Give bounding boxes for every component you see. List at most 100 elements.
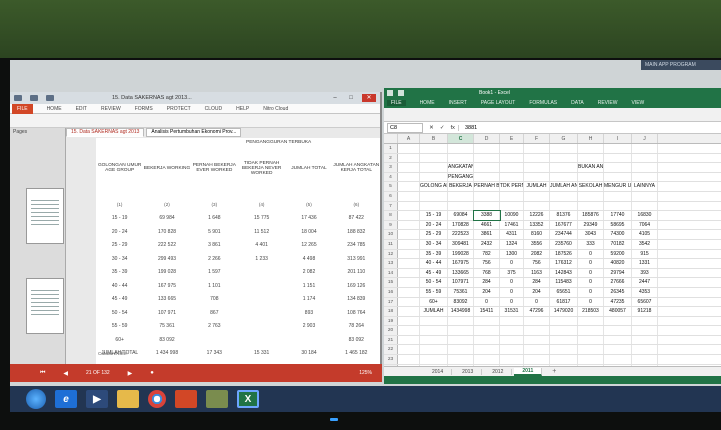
excel-tab-data[interactable]: DATA: [571, 100, 584, 106]
column-header[interactable]: H: [578, 134, 604, 143]
cell[interactable]: [448, 345, 474, 355]
cell[interactable]: 25 - 29: [420, 230, 448, 239]
cell[interactable]: [398, 220, 420, 230]
row-number[interactable]: 1: [384, 144, 398, 153]
cell[interactable]: [420, 326, 448, 335]
cell[interactable]: [398, 345, 420, 355]
cell[interactable]: 218503: [578, 307, 604, 316]
cell[interactable]: [500, 144, 524, 153]
cell[interactable]: 65651: [550, 287, 578, 297]
cell[interactable]: 234744: [550, 230, 578, 239]
cell[interactable]: 185876: [578, 211, 604, 220]
cell[interactable]: 0: [578, 259, 604, 268]
cell[interactable]: [632, 163, 658, 172]
cell[interactable]: [632, 326, 658, 335]
undo-icon[interactable]: [46, 95, 54, 101]
cell[interactable]: [398, 297, 420, 307]
cell[interactable]: 480057: [604, 307, 632, 316]
cell[interactable]: [524, 191, 550, 201]
cell[interactable]: [604, 355, 632, 364]
column-header[interactable]: I: [604, 134, 632, 143]
file-explorer-icon[interactable]: [117, 390, 139, 408]
cell[interactable]: [604, 191, 632, 201]
pdf-tab-edit[interactable]: EDIT: [76, 106, 87, 112]
pdf-tab-review[interactable]: REVIEW: [101, 106, 121, 112]
cell[interactable]: 333: [578, 239, 604, 249]
cell[interactable]: [500, 326, 524, 335]
sheet-tab[interactable]: 2013: [454, 368, 483, 375]
cell[interactable]: 3556: [524, 239, 550, 249]
cell[interactable]: 91218: [632, 307, 658, 316]
cell[interactable]: [604, 153, 632, 163]
excel-tab-review[interactable]: REVIEW: [598, 100, 618, 106]
cell[interactable]: 17461: [500, 220, 524, 230]
cell[interactable]: 3542: [632, 239, 658, 249]
cell[interactable]: [578, 191, 604, 201]
column-header[interactable]: C: [448, 134, 474, 143]
row-number[interactable]: 4: [384, 172, 398, 182]
cell[interactable]: [550, 144, 578, 153]
cell[interactable]: [398, 307, 420, 316]
cell[interactable]: TDK PERNAH BEKERJA: [500, 182, 524, 191]
cell[interactable]: 20 - 24: [420, 220, 448, 230]
cell[interactable]: [550, 201, 578, 211]
cell[interactable]: 375: [500, 268, 524, 278]
cell[interactable]: 29794: [604, 268, 632, 278]
cell[interactable]: 16830: [632, 211, 658, 220]
cell[interactable]: 309481: [448, 239, 474, 249]
cell[interactable]: 167975: [448, 259, 474, 268]
cell[interactable]: 1331: [632, 259, 658, 268]
row-number[interactable]: 20: [384, 326, 398, 335]
cell[interactable]: 1479020: [550, 307, 578, 316]
cell[interactable]: [550, 345, 578, 355]
cell[interactable]: [448, 326, 474, 335]
media-player-icon[interactable]: ▶: [86, 390, 108, 408]
cell[interactable]: 393: [632, 268, 658, 278]
column-header[interactable]: D: [474, 134, 500, 143]
play-icon[interactable]: ●: [150, 370, 154, 376]
cell[interactable]: [474, 335, 500, 345]
cell[interactable]: 40 - 44: [420, 259, 448, 268]
cell[interactable]: 756: [474, 259, 500, 268]
row-number[interactable]: 17: [384, 297, 398, 307]
column-header[interactable]: G: [550, 134, 578, 143]
cell[interactable]: 4105: [632, 230, 658, 239]
cell[interactable]: [578, 355, 604, 364]
cell[interactable]: [632, 153, 658, 163]
cell[interactable]: [500, 191, 524, 201]
row-number[interactable]: 16: [384, 287, 398, 297]
cell[interactable]: 0: [578, 278, 604, 287]
cell[interactable]: [604, 345, 632, 355]
cell[interactable]: [578, 316, 604, 326]
cell[interactable]: [550, 316, 578, 326]
cell[interactable]: [420, 201, 448, 211]
cell[interactable]: 74300: [604, 230, 632, 239]
cell[interactable]: 47296: [524, 307, 550, 316]
cell[interactable]: 0: [500, 259, 524, 268]
spreadsheet-grid[interactable]: ABCDEFGHIJ 123ANGKATAN KERJABUKAN ANGKAT…: [384, 134, 721, 366]
cell[interactable]: 2432: [474, 239, 500, 249]
row-number[interactable]: 3: [384, 163, 398, 172]
cell[interactable]: 31531: [500, 307, 524, 316]
first-page-icon[interactable]: ⏮: [40, 370, 45, 377]
row-number[interactable]: 19: [384, 316, 398, 326]
cell[interactable]: JUMLAH: [524, 182, 550, 191]
cell[interactable]: 59200: [604, 249, 632, 259]
cell[interactable]: MENGUR US RUMAH TANGGA: [604, 182, 632, 191]
cell[interactable]: 4353: [632, 287, 658, 297]
cell[interactable]: [632, 355, 658, 364]
cell[interactable]: [500, 345, 524, 355]
cell[interactable]: [398, 153, 420, 163]
cell[interactable]: [632, 345, 658, 355]
save-icon[interactable]: [14, 95, 22, 101]
cell[interactable]: 55 - 59: [420, 287, 448, 297]
cell[interactable]: [500, 201, 524, 211]
cell[interactable]: [524, 201, 550, 211]
cell[interactable]: [550, 163, 578, 172]
cell[interactable]: [398, 191, 420, 201]
pdf-tab-forms[interactable]: FORMS: [135, 106, 153, 112]
cell[interactable]: [632, 316, 658, 326]
sheet-tab-active[interactable]: 2011: [514, 367, 543, 376]
cell[interactable]: [420, 191, 448, 201]
cell[interactable]: BUKAN ANGKATAN KERJA: [578, 163, 604, 172]
